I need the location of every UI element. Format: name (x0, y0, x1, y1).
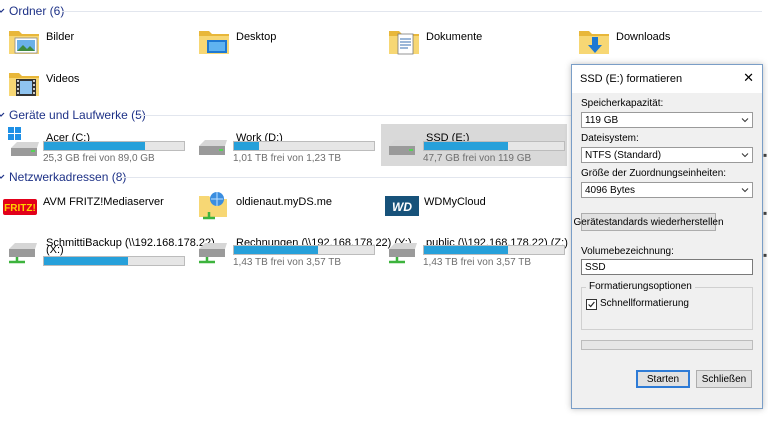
folder-name: Videos (46, 73, 80, 85)
partial-item-edge: ▪ (763, 148, 768, 162)
hard-drive-icon (199, 140, 227, 155)
network-name: WDMyCloud (424, 196, 486, 208)
volume-name-input[interactable]: SSD (581, 259, 753, 275)
filesystem-label: Dateisystem: (581, 133, 639, 144)
group-header-ordner[interactable]: Ordner (6) (0, 3, 64, 19)
network-drive-tile-schmittibackup[interactable]: SchmittiBackup (\\192.168.178.22) (X:) (7, 231, 215, 269)
quick-format-checkbox[interactable] (586, 299, 597, 310)
folder-tile-downloads[interactable]: Downloads (577, 25, 757, 63)
drive-free-space: 1,01 TB frei von 1,23 TB (233, 153, 342, 164)
drive-free-space: 1,43 TB frei von 3,57 TB (423, 257, 532, 268)
capacity-bar (233, 245, 375, 255)
chevron-down-icon[interactable] (0, 7, 5, 15)
capacity-label: Speicherkapazität: (581, 98, 664, 109)
dialog-titlebar[interactable]: SSD (E:) formatieren ✕ (572, 65, 762, 93)
capacity-bar-fill (44, 257, 128, 265)
close-icon[interactable]: ✕ (743, 71, 754, 84)
network-tile-fritz[interactable]: FRITZ! AVM FRITZ!Mediaserver (3, 190, 187, 228)
capacity-select[interactable]: 119 GB (581, 112, 753, 128)
drive-tile-work[interactable]: Work (D:) 1,01 TB frei von 1,23 TB (197, 126, 377, 164)
allocation-label: Größe der Zuordnungseinheiten: (581, 168, 727, 179)
network-drive-tile-public[interactable]: public (\\192.168.178.22) (Z:) 1,43 TB f… (387, 231, 568, 269)
folder-tile-desktop[interactable]: Desktop (197, 25, 377, 63)
chevron-down-icon[interactable] (0, 111, 5, 119)
quick-format-label[interactable]: Schnellformatierung (600, 298, 689, 309)
hard-drive-icon (389, 140, 417, 155)
network-name: AVM FRITZ!Mediaserver (43, 196, 164, 208)
group-header-geraete[interactable]: Geräte und Laufwerke (5) (0, 107, 146, 123)
volume-label: Volumebezeichnung: (581, 246, 674, 257)
capacity-bar-fill (44, 142, 145, 150)
capacity-bar (423, 245, 565, 255)
restore-defaults-button[interactable]: Gerätestandards wiederherstellen (573, 213, 724, 231)
svg-text:WD: WD (392, 200, 412, 214)
format-dialog[interactable]: SSD (E:) formatieren ✕ Speicherkapazität… (571, 64, 763, 409)
videos-folder-icon (9, 73, 39, 96)
allocation-value: 4096 Bytes (585, 185, 636, 196)
dialog-title: SSD (E:) formatieren (580, 73, 683, 85)
group-title: Geräte und Laufwerke (5) (9, 108, 146, 122)
checkmark-icon (588, 301, 595, 308)
folder-tile-videos[interactable]: Videos (7, 67, 187, 105)
network-drive-icon (389, 243, 417, 264)
drive-free-space: 1,43 TB frei von 3,57 TB (233, 257, 342, 268)
chevron-down-icon (741, 118, 749, 123)
wd-logo-icon: WD (385, 196, 419, 216)
pictures-folder-icon (9, 31, 39, 54)
network-tile-wdmycloud[interactable]: WD WDMyCloud (385, 190, 567, 228)
volume-name-value: SSD (585, 262, 606, 273)
drive-tile-acer[interactable]: Acer (C:) 25,3 GB frei von 89,0 GB (7, 126, 187, 164)
documents-folder-icon (389, 31, 419, 55)
allocation-select[interactable]: 4096 Bytes (581, 182, 753, 198)
group-title: Ordner (6) (9, 4, 65, 18)
downloads-folder-icon (579, 31, 609, 54)
folder-name: Downloads (616, 31, 671, 43)
drive-tile-ssd[interactable]: SSD (E:) 47,7 GB frei von 119 GB (387, 126, 567, 164)
start-button[interactable]: Starten (636, 370, 690, 388)
capacity-bar-fill (424, 246, 508, 254)
network-tile-oldienaut[interactable]: oldienaut.myDS.me (197, 190, 377, 228)
filesystem-select[interactable]: NTFS (Standard) (581, 147, 753, 163)
chevron-down-icon (741, 188, 749, 193)
chevron-down-icon (741, 153, 749, 158)
folder-name: Dokumente (426, 31, 483, 43)
partial-item-edge: ▪ (763, 248, 768, 262)
partial-item-edge: ▪ (763, 206, 768, 220)
folder-name: Bilder (46, 31, 75, 43)
close-button[interactable]: Schließen (696, 370, 752, 388)
folder-tile-bilder[interactable]: Bilder (7, 25, 187, 63)
capacity-bar-fill (234, 142, 260, 150)
network-drive-letter: (X:) (46, 244, 64, 256)
folder-tile-dokumente[interactable]: Dokumente (387, 25, 567, 63)
network-name: oldienaut.myDS.me (236, 196, 332, 208)
network-drive-name: SchmittiBackup (\\192.168.178.22) (46, 237, 215, 249)
desktop-folder-icon (199, 31, 229, 54)
network-globe-icon (199, 192, 227, 220)
chevron-down-icon[interactable] (0, 173, 5, 181)
filesystem-value: NTFS (Standard) (585, 150, 662, 161)
drive-free-space: 47,7 GB frei von 119 GB (423, 153, 532, 164)
network-drive-icon (9, 243, 37, 264)
capacity-bar (43, 256, 185, 266)
capacity-bar (233, 141, 375, 151)
fritz-logo-icon: FRITZ! (3, 199, 37, 215)
folder-name: Desktop (236, 31, 277, 43)
windows-drive-icon (8, 127, 39, 156)
network-drive-tile-rechnungen[interactable]: Rechnungen (\\192.168.178.22) (Y:) 1,43 … (197, 231, 412, 269)
format-progress-bar (581, 340, 753, 350)
capacity-bar (423, 141, 565, 151)
group-header-netzwerk[interactable]: Netzwerkadressen (8) (0, 169, 126, 185)
group-divider (62, 11, 762, 12)
network-drive-icon (199, 243, 227, 264)
drive-free-space: 25,3 GB frei von 89,0 GB (43, 153, 155, 164)
group-title: Netzwerkadressen (8) (9, 170, 127, 184)
format-options-legend: Formatierungsoptionen (586, 281, 695, 292)
capacity-bar-fill (234, 246, 318, 254)
svg-text:FRITZ!: FRITZ! (4, 203, 36, 214)
capacity-bar-fill (424, 142, 508, 150)
capacity-bar (43, 141, 185, 151)
capacity-value: 119 GB (585, 115, 619, 126)
